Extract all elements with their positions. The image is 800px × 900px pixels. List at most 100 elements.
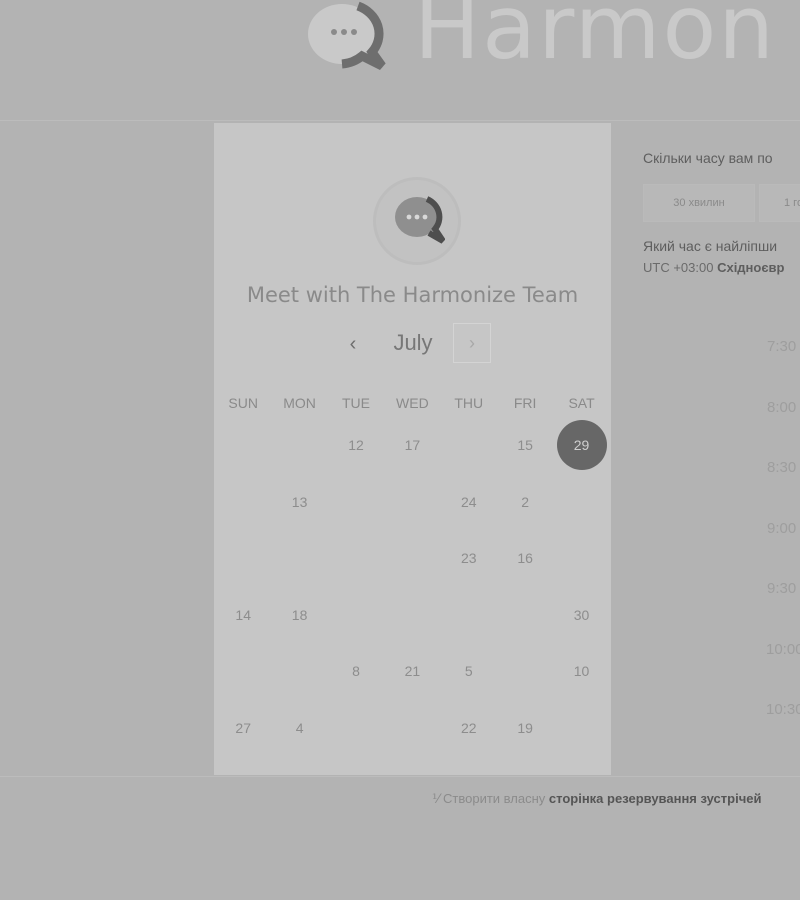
- calendar-day[interactable]: 24: [461, 494, 477, 510]
- chat-bubble-logo-icon: [308, 1, 386, 71]
- calendar-cell: [497, 643, 553, 700]
- calendar-cell[interactable]: 8: [328, 643, 384, 700]
- calendar-cell[interactable]: 13: [271, 474, 327, 531]
- calendar-cell: [215, 474, 271, 531]
- time-slot-list: 7:30 8:00 8:30 9:00 9:30 10:00 10:30: [643, 320, 800, 740]
- duration-option-1hr[interactable]: 1 го: [759, 184, 800, 222]
- calendar-cell: [384, 587, 440, 644]
- timezone-offset: UTC +03:00: [643, 260, 714, 275]
- time-question: Який час є найліпши: [643, 238, 778, 254]
- calendar-day[interactable]: 4: [296, 720, 304, 736]
- calendar-cell[interactable]: 27: [215, 700, 271, 757]
- calendar-day[interactable]: 18: [292, 607, 308, 623]
- calendar-day[interactable]: 27: [235, 720, 251, 736]
- prev-month-button[interactable]: ‹: [340, 331, 366, 357]
- time-slot[interactable]: 9:00: [767, 520, 796, 537]
- time-slot[interactable]: 10:00: [766, 641, 800, 658]
- calendar-cell[interactable]: 22: [441, 700, 497, 757]
- calendar-cell[interactable]: 21: [384, 643, 440, 700]
- calendar-cell[interactable]: 23: [441, 530, 497, 587]
- duration-option-30min[interactable]: 30 хвилин: [643, 184, 755, 222]
- weekday-header: THU: [454, 395, 484, 411]
- time-slot[interactable]: 8:00: [767, 399, 796, 416]
- weekday-header: SUN: [228, 395, 258, 411]
- calendar-cell[interactable]: 5: [441, 643, 497, 700]
- meeting-title: Meet with The Harmonize Team: [246, 283, 579, 307]
- duration-question: Скільки часу вам по: [643, 150, 773, 166]
- calendar-cell[interactable]: 4: [271, 700, 327, 757]
- weekday-header: MON: [283, 395, 316, 411]
- selected-day[interactable]: 29: [556, 420, 607, 471]
- calendar-cell: [215, 417, 271, 474]
- hubspot-sprocket-icon: ⅟: [432, 791, 440, 806]
- timezone-selector[interactable]: UTC +03:00 Східноєвр: [643, 260, 800, 275]
- time-slot[interactable]: 10:30: [766, 701, 800, 718]
- calendar-day[interactable]: 5: [465, 663, 473, 679]
- calendar-day[interactable]: 14: [235, 607, 251, 623]
- calendar-day[interactable]: 19: [517, 720, 533, 736]
- calendar-day[interactable]: 30: [574, 607, 590, 623]
- duration-section: Скільки часу вам по 30 хвилин 1 го Який …: [643, 150, 800, 275]
- weekday-header: FRI: [513, 395, 537, 411]
- calendar-cell[interactable]: 15: [497, 417, 553, 474]
- weekday-header: SAT: [568, 395, 595, 411]
- footer-link[interactable]: ⅟ Створити власну сторінка резервування …: [432, 791, 761, 807]
- calendar-cell: [384, 530, 440, 587]
- calendar-day[interactable]: 2: [521, 494, 529, 510]
- calendar-cell: [215, 643, 271, 700]
- time-slot[interactable]: 9:30: [767, 580, 796, 597]
- calendar-cell[interactable]: 16: [497, 530, 553, 587]
- next-month-button[interactable]: ›: [453, 323, 491, 363]
- calendar-cell[interactable]: 12: [328, 417, 384, 474]
- brand-name: Harmon: [414, 0, 777, 79]
- calendar-cell: [441, 417, 497, 474]
- calendar-cell[interactable]: 10: [553, 643, 609, 700]
- calendar-cell[interactable]: 29: [553, 417, 609, 474]
- chat-bubble-icon: [395, 196, 445, 244]
- calendar-day[interactable]: 23: [461, 550, 477, 566]
- calendar-day[interactable]: 8: [352, 663, 360, 679]
- calendar-grid: SUN MON TUE WED THU FRI SAT 12 17 15 29 13 24 2 23 16 14…: [215, 389, 610, 756]
- footer-divider: [0, 776, 800, 777]
- footer-link-text[interactable]: сторінка резервування зустрічей: [549, 791, 762, 806]
- calendar-day[interactable]: 10: [574, 663, 590, 679]
- calendar-day[interactable]: 12: [348, 437, 364, 453]
- calendar-cell: [271, 417, 327, 474]
- month-navigation: ‹ July ›: [214, 323, 611, 367]
- calendar-cell: [328, 587, 384, 644]
- calendar-day[interactable]: 21: [405, 663, 421, 679]
- calendar-day[interactable]: 15: [517, 437, 533, 453]
- time-slot[interactable]: 8:30: [767, 459, 796, 476]
- calendar-cell[interactable]: 17: [384, 417, 440, 474]
- footer-prefix: Створити власну: [443, 791, 546, 806]
- timezone-name: Східноєвр: [717, 260, 785, 275]
- avatar: [376, 180, 458, 262]
- calendar-cell[interactable]: 18: [271, 587, 327, 644]
- calendar-cell[interactable]: 2: [497, 474, 553, 531]
- month-label: July: [393, 330, 433, 355]
- calendar-cell[interactable]: 30: [553, 587, 609, 644]
- calendar-cell: [328, 530, 384, 587]
- calendar-cell[interactable]: 19: [497, 700, 553, 757]
- booking-card: Meet with The Harmonize Team ‹ July › SU…: [214, 123, 611, 775]
- weekday-header: WED: [396, 395, 429, 411]
- calendar-cell: [384, 700, 440, 757]
- calendar-day[interactable]: 16: [517, 550, 533, 566]
- calendar-cell: [497, 587, 553, 644]
- calendar-cell: [553, 530, 609, 587]
- header-divider: [0, 120, 800, 121]
- calendar-day[interactable]: 13: [292, 494, 308, 510]
- calendar-day[interactable]: 22: [461, 720, 477, 736]
- calendar-cell: [553, 700, 609, 757]
- calendar-cell: [328, 700, 384, 757]
- time-slot[interactable]: 7:30: [767, 338, 796, 355]
- weekday-header: TUE: [341, 395, 370, 411]
- calendar-cell: [215, 530, 271, 587]
- calendar-cell: [328, 474, 384, 531]
- calendar-cell[interactable]: 14: [215, 587, 271, 644]
- calendar-cell: [271, 530, 327, 587]
- calendar-day[interactable]: 17: [405, 437, 421, 453]
- calendar-cell: [441, 587, 497, 644]
- calendar-cell[interactable]: 24: [441, 474, 497, 531]
- calendar-cell: [553, 474, 609, 531]
